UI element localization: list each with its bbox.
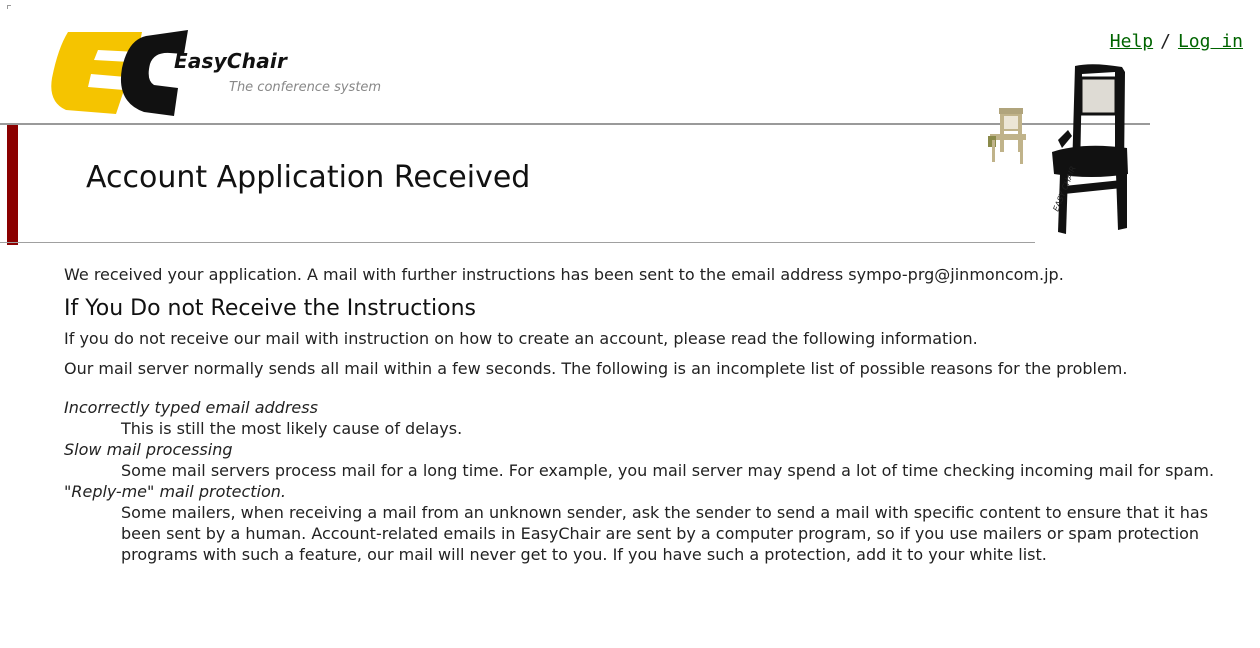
reason-term: Incorrectly typed email address [64, 398, 318, 417]
reason-description: This is still the most likely cause of d… [121, 419, 463, 438]
reason-description: Some mail servers process mail for a lon… [121, 461, 1215, 480]
large-chair-icon [1052, 64, 1128, 234]
main-content: We received your application. A mail wit… [64, 264, 1248, 565]
reason-description: Some mailers, when receiving a mail from… [121, 503, 1209, 564]
banner-bottom-rule [0, 242, 1035, 243]
reason-term: Slow mail processing [64, 440, 233, 459]
info-paragraph: If you do not receive our mail with inst… [64, 329, 978, 348]
small-chair-icon [988, 108, 1026, 164]
nav-separator: / [1160, 31, 1171, 52]
intro-paragraph: We received your application. A mail wit… [64, 265, 1064, 284]
reasons-list: Incorrectly typed email address This is … [64, 397, 1248, 565]
login-link[interactable]: Log in [1178, 31, 1243, 52]
section-heading: If You Do not Receive the Instructions [64, 296, 476, 321]
help-link[interactable]: Help [1110, 31, 1153, 52]
banner-top-rule [0, 123, 1150, 125]
reason-term: "Reply-me" mail protection. [64, 482, 287, 501]
reasons-paragraph: Our mail server normally sends all mail … [64, 359, 1128, 378]
top-nav: Help / Log in [1110, 31, 1243, 52]
page-title: Account Application Received [86, 160, 531, 195]
logo-tagline: The conference system [229, 80, 382, 95]
logo-name: EasyChair [174, 49, 288, 73]
banner-accent-bar [7, 125, 18, 245]
corner-mark [7, 5, 11, 9]
chair-illustration-icon: EASY CHAIR [988, 64, 1128, 234]
